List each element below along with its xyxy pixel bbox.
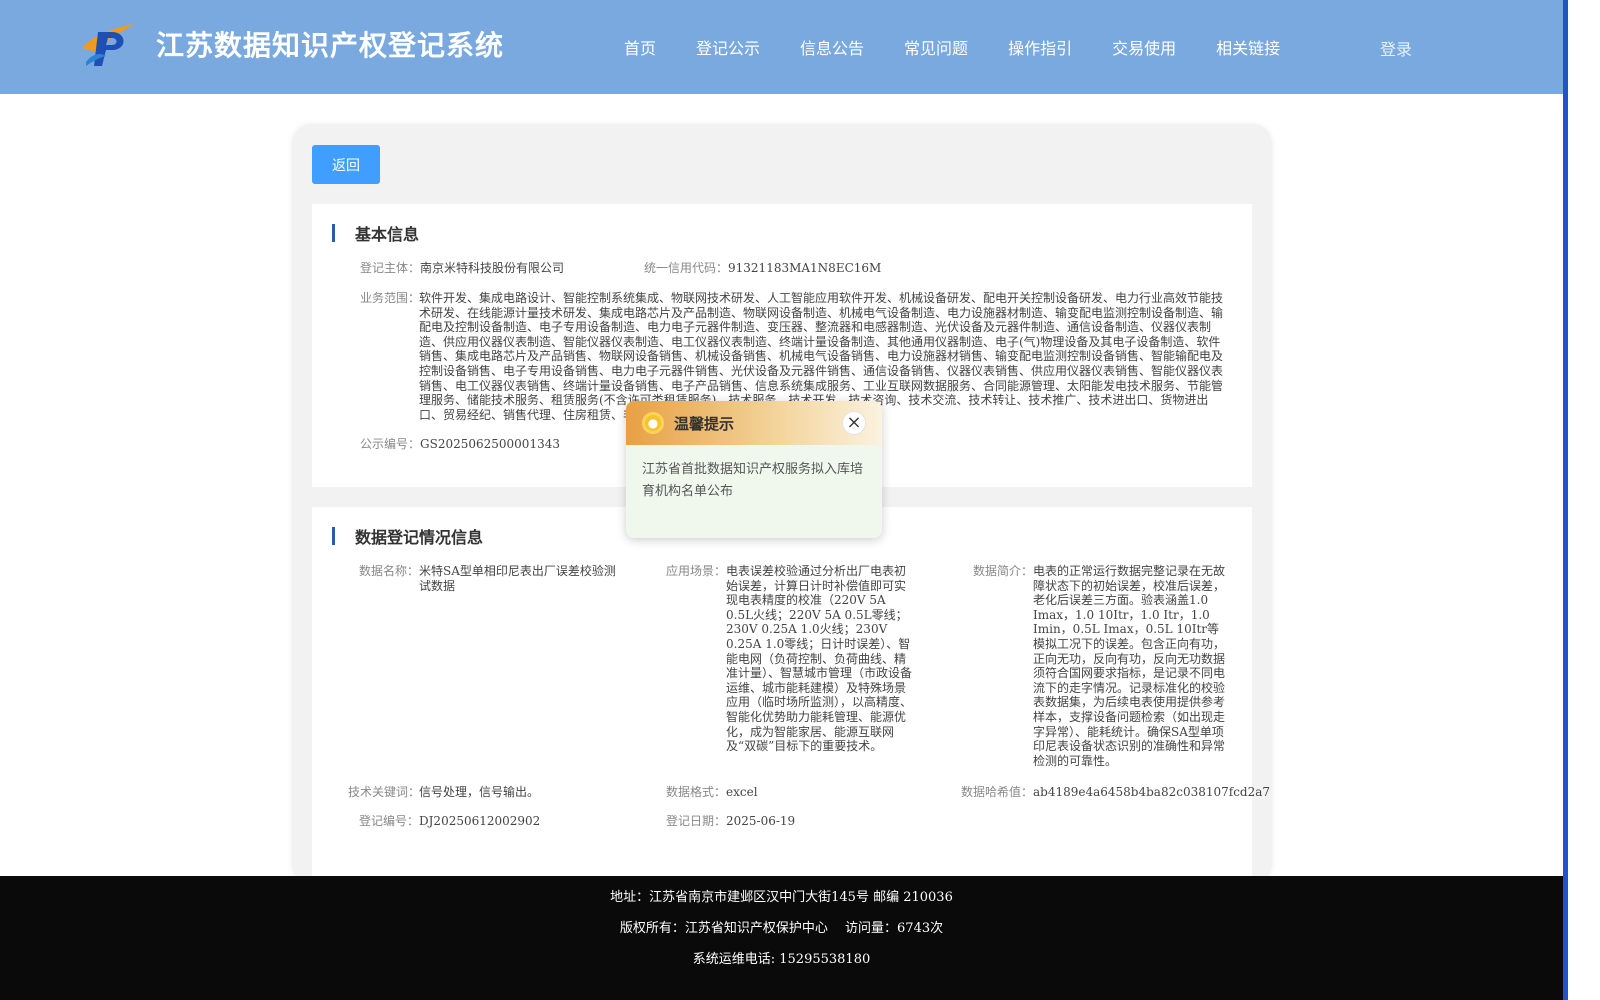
notice-number-field: 公示编号： GS2025062500001343: [360, 437, 560, 452]
registration-date-value: 2025-06-19: [726, 814, 796, 828]
credit-code-value: 91321183MA1N8EC16M: [728, 261, 882, 275]
credit-code-label: 统一信用代码：: [644, 261, 729, 275]
nav-registration-public[interactable]: 登记公示: [696, 35, 760, 59]
site-title: 江苏数据知识产权登记系统: [156, 29, 505, 62]
footer-address: 地址：江苏省南京市建邺区汉中门大街145号 邮编 210036: [610, 890, 953, 905]
scrollbar-thumb[interactable]: [1563, 0, 1568, 1000]
footer-copyright: 版权所有：江苏省知识产权保护中心 访问量：6743次: [619, 921, 944, 936]
data-format-label: 数据格式：: [665, 785, 726, 799]
popup-title: 温馨提示: [674, 414, 735, 433]
data-name-value: 米特SA型单相印尼表出厂误差校验测试数据: [419, 564, 616, 593]
registration-date-field: 登记日期： 2025-06-19: [648, 814, 795, 829]
data-hash-value: ab4189e4a6458b4ba82c038107fcd2a7: [1033, 785, 1271, 799]
registration-info-heading: 数据登记情况信息: [332, 527, 483, 547]
notice-number-value: GS2025062500001343: [420, 437, 560, 451]
credit-code-field: 统一信用代码： 91321183MA1N8EC16M: [644, 261, 881, 276]
registration-number-value: DJ20250612002902: [419, 814, 541, 828]
nav-trading[interactable]: 交易使用: [1112, 35, 1176, 59]
login-link[interactable]: 登录: [1380, 36, 1412, 60]
nav-announcements[interactable]: 信息公告: [800, 35, 864, 59]
tech-keyword-field: 技术关键词： 信号处理，信号输出。: [348, 785, 539, 800]
nav-faq[interactable]: 常见问题: [904, 35, 968, 59]
footer-phone: 系统运维电话: 15295538180: [692, 952, 871, 967]
popup-header: ● 温馨提示 ×: [626, 401, 882, 445]
application-scene-value: 电表误差校验通过分析出厂电表初始误差，计算日计时补偿值即可实现电表精度的校准（2…: [726, 564, 913, 754]
registration-number-label: 登记编号：: [358, 814, 419, 828]
business-scope-label: 业务范围：: [360, 291, 421, 305]
data-intro-field: 数据简介： 电表的正常运行数据完整记录在无故障状态下的初始误差，校准后误差，老化…: [954, 564, 1229, 768]
notice-popup: ● 温馨提示 × 江苏省首批数据知识产权服务拟入库培育机构名单公布: [626, 401, 882, 538]
registration-number-field: 登记编号： DJ20250612002902: [348, 814, 540, 829]
application-scene-field: 应用场景： 电表误差校验通过分析出厂电表初始误差，计算日计时补偿值即可实现电表精…: [648, 564, 918, 754]
basic-info-heading: 基本信息: [332, 224, 419, 244]
data-intro-label: 数据简介：: [972, 564, 1033, 578]
site-header: 江苏数据知识产权登记系统 首页 登记公示 信息公告 常见问题 操作指引 交易使用…: [0, 0, 1563, 94]
page-scrollbar[interactable]: [1563, 0, 1600, 1000]
subject-value: 南京米特科技股份有限公司: [420, 261, 565, 275]
tech-keyword-value: 信号处理，信号输出。: [419, 785, 540, 799]
data-intro-value: 电表的正常运行数据完整记录在无故障状态下的初始误差，校准后误差，老化后误差三方面…: [1033, 564, 1226, 768]
nav-links[interactable]: 相关链接: [1216, 35, 1280, 59]
notice-number-label: 公示编号：: [360, 437, 421, 451]
site-footer: 地址：江苏省南京市建邺区汉中门大街145号 邮编 210036 版权所有：江苏省…: [0, 876, 1563, 1000]
tech-keyword-label: 技术关键词：: [348, 785, 421, 799]
data-hash-field: 数据哈希值： ab4189e4a6458b4ba82c038107fcd2a7: [954, 785, 1270, 800]
data-name-field: 数据名称： 米特SA型单相印尼表出厂误差校验测试数据: [348, 564, 618, 593]
popup-message-link[interactable]: 江苏省首批数据知识产权服务拟入库培育机构名单公布: [626, 445, 882, 517]
data-name-label: 数据名称：: [358, 564, 419, 578]
main-nav: 首页 登记公示 信息公告 常见问题 操作指引 交易使用 相关链接: [604, 0, 1300, 94]
back-button[interactable]: 返回: [312, 145, 380, 184]
nav-guide[interactable]: 操作指引: [1008, 35, 1072, 59]
subject-label: 登记主体：: [360, 261, 421, 275]
registration-info-panel: 数据登记情况信息 数据名称： 米特SA型单相印尼表出厂误差校验测试数据 应用场景…: [312, 507, 1270, 884]
application-scene-label: 应用场景：: [665, 564, 726, 578]
data-format-value: excel: [726, 785, 758, 799]
site-logo-icon[interactable]: [78, 18, 138, 70]
registration-date-label: 登记日期：: [665, 814, 726, 828]
data-format-field: 数据格式： excel: [648, 785, 758, 800]
nav-home[interactable]: 首页: [624, 35, 656, 59]
subject-field: 登记主体： 南京米特科技股份有限公司: [360, 261, 564, 276]
lightbulb-icon: ●: [642, 412, 664, 434]
close-icon[interactable]: ×: [842, 411, 866, 435]
data-hash-label: 数据哈希值：: [960, 785, 1033, 799]
